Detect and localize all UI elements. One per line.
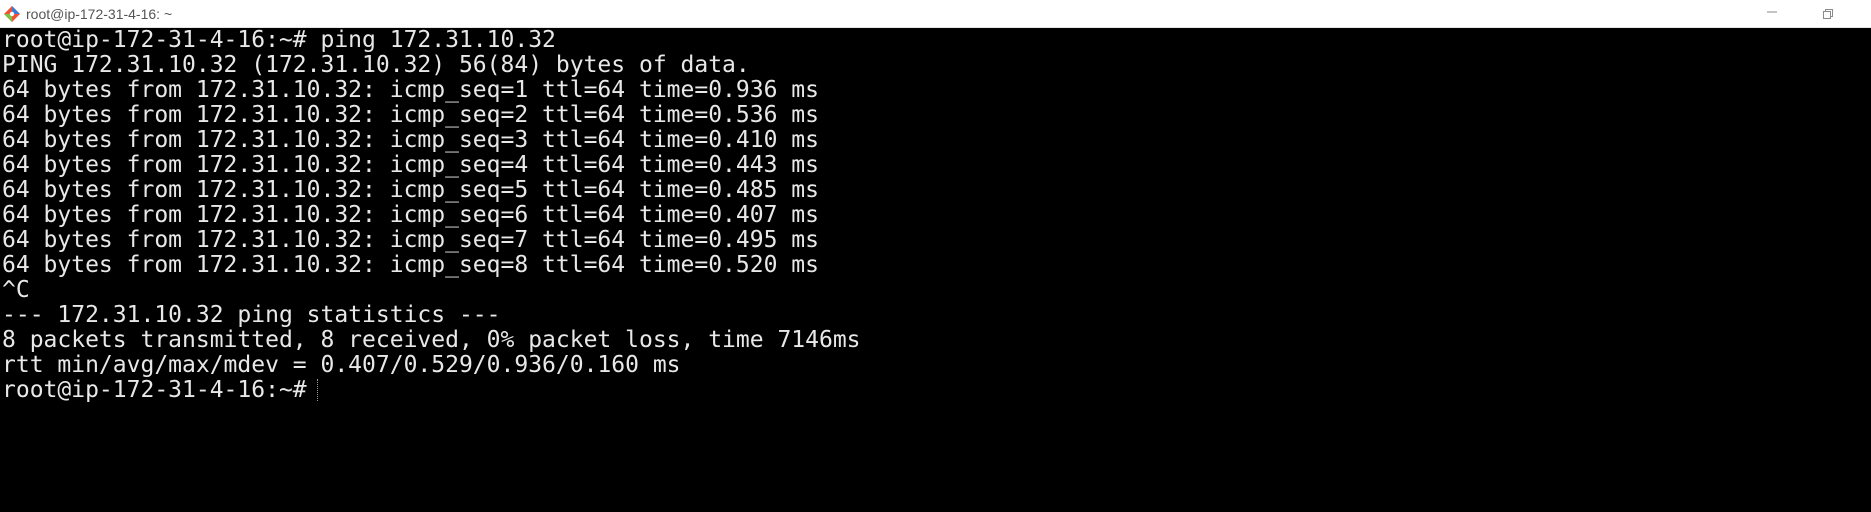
terminal-line: 64 bytes from 172.31.10.32: icmp_seq=6 t…	[2, 202, 819, 228]
git-bash-diamond-icon	[3, 5, 21, 23]
terminal-line: rtt min/avg/max/mdev = 0.407/0.529/0.936…	[2, 352, 681, 378]
text-cursor	[316, 379, 318, 401]
terminal-line: root@ip-172-31-4-16:~# ping 172.31.10.32	[2, 28, 556, 53]
terminal-line: 64 bytes from 172.31.10.32: icmp_seq=8 t…	[2, 252, 819, 278]
terminal-output[interactable]: root@ip-172-31-4-16:~# ping 172.31.10.32…	[0, 28, 1871, 512]
minimize-button[interactable]	[1749, 0, 1795, 27]
terminal-line: 64 bytes from 172.31.10.32: icmp_seq=5 t…	[2, 177, 819, 203]
terminal-line: 64 bytes from 172.31.10.32: icmp_seq=4 t…	[2, 152, 819, 178]
terminal-line: 64 bytes from 172.31.10.32: icmp_seq=1 t…	[2, 77, 819, 103]
title-bar[interactable]: root@ip-172-31-4-16: ~	[0, 0, 1871, 28]
terminal-line: ^C	[2, 277, 30, 303]
prompt-line[interactable]: root@ip-172-31-4-16:~#	[2, 378, 1871, 403]
shell-prompt: root@ip-172-31-4-16:~#	[2, 377, 307, 403]
window-title: root@ip-172-31-4-16: ~	[26, 6, 173, 22]
terminal-window: root@ip-172-31-4-16: ~ root@ip-172-31-4-…	[0, 0, 1871, 512]
terminal-line: 64 bytes from 172.31.10.32: icmp_seq=2 t…	[2, 102, 819, 128]
terminal-line: 8 packets transmitted, 8 received, 0% pa…	[2, 327, 861, 353]
restore-icon	[1823, 9, 1833, 19]
terminal-line: 64 bytes from 172.31.10.32: icmp_seq=3 t…	[2, 127, 819, 153]
minimize-icon	[1767, 11, 1777, 13]
terminal-line: --- 172.31.10.32 ping statistics ---	[2, 302, 501, 328]
terminal-line: PING 172.31.10.32 (172.31.10.32) 56(84) …	[2, 52, 750, 78]
terminal-line: 64 bytes from 172.31.10.32: icmp_seq=7 t…	[2, 227, 819, 253]
restore-button[interactable]	[1805, 0, 1851, 27]
